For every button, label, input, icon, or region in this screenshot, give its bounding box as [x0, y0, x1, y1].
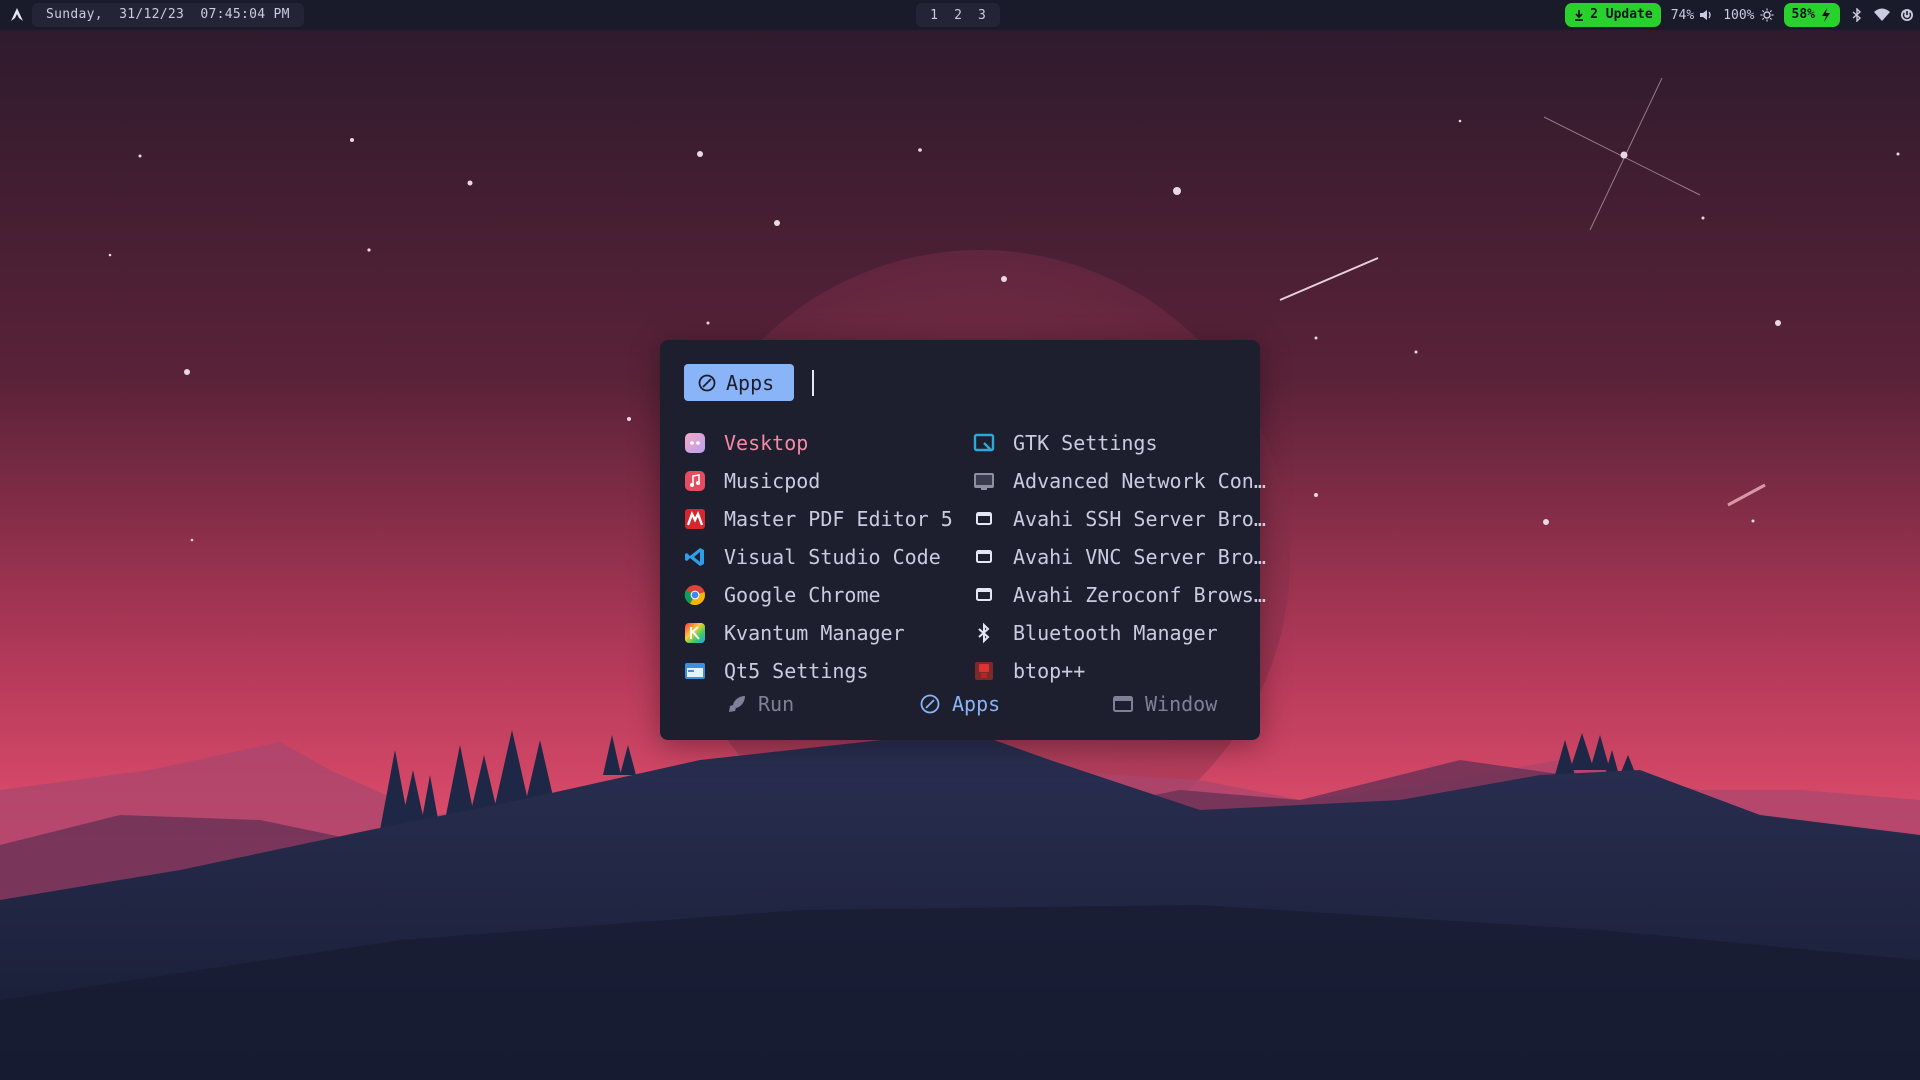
list-item-avahi-zeroconf[interactable]: Avahi Zeroconf Brows… [973, 576, 1266, 614]
list-item-label: Bluetooth Manager [1013, 621, 1218, 645]
list-item-btop[interactable]: btop++ [973, 652, 1260, 690]
battery-value: 58% [1791, 7, 1815, 22]
download-icon [1575, 10, 1584, 21]
list-item-label: Visual Studio Code [724, 545, 941, 569]
workspace-1[interactable]: 1 [928, 8, 940, 23]
top-bar: Sunday, 31/12/23 07:45:04 PM 1 2 3 2 Upd… [0, 0, 1920, 30]
window-icon [973, 584, 995, 606]
list-item-label: Avahi SSH Server Bro… [1013, 507, 1266, 531]
chrome-icon [684, 584, 706, 606]
arch-icon[interactable] [8, 6, 26, 24]
list-item-label: Kvantum Manager [724, 621, 905, 645]
list-item-label: Avahi Zeroconf Brows… [1013, 583, 1266, 607]
rocket-icon [729, 696, 745, 712]
list-item-label: Qt5 Settings [724, 659, 869, 683]
search-input[interactable] [812, 370, 814, 396]
window-icon [1113, 696, 1133, 712]
battery-indicator[interactable]: 58% [1783, 3, 1840, 27]
brightness-icon [1760, 8, 1774, 22]
workspace-3[interactable]: 3 [976, 8, 988, 23]
tab-apps-label: Apps [952, 692, 1001, 716]
workspace-switcher: 1 2 3 [916, 3, 1000, 27]
mode-label: Apps [726, 370, 775, 395]
qt5-settings-icon [684, 660, 706, 682]
clock[interactable]: Sunday, 31/12/23 07:45:04 PM [32, 3, 304, 27]
vscode-icon [684, 546, 706, 568]
volume-icon [1700, 10, 1711, 20]
list-item-vscode[interactable]: Visual Studio Code [684, 538, 954, 576]
list-item-gtk-settings[interactable]: GTK Settings [973, 424, 1260, 462]
volume-indicator[interactable]: 74% [1671, 8, 1713, 23]
gtk-settings-icon [973, 432, 995, 454]
list-item-master-pdf[interactable]: Master PDF Editor 5 [684, 500, 954, 538]
list-item-label: Master PDF Editor 5 [724, 507, 953, 531]
charging-icon [1822, 8, 1830, 22]
workspace-2[interactable]: 2 [952, 8, 964, 23]
list-item-chrome[interactable]: Google Chrome [684, 576, 954, 614]
app-list-right: GTK Settings Advanced Network Con… Avahi… [973, 424, 1266, 690]
list-item-bluetooth-manager[interactable]: Bluetooth Manager [973, 614, 1260, 652]
mode-switcher: Run Apps Window [660, 692, 1260, 726]
list-item-vesktop[interactable]: Vesktop [684, 424, 954, 462]
list-item-musicpod[interactable]: Musicpod [684, 462, 954, 500]
list-item-avahi-vnc[interactable]: Avahi VNC Server Bro… [973, 538, 1266, 576]
wifi-icon[interactable] [1874, 8, 1890, 22]
status-area: 2 Update 74% 100% 58% [1565, 3, 1914, 27]
list-item-label: Google Chrome [724, 583, 881, 607]
list-item-network[interactable]: Advanced Network Con… [973, 462, 1266, 500]
list-item-label: GTK Settings [1013, 431, 1158, 455]
bluetooth-icon [973, 622, 995, 644]
mode-indicator[interactable]: Apps [684, 364, 794, 401]
vesktop-icon [684, 432, 706, 454]
power-icon[interactable] [1900, 8, 1914, 22]
tab-apps[interactable]: Apps [920, 692, 1000, 716]
btop-icon [973, 660, 995, 682]
brightness-value: 100% [1723, 7, 1755, 23]
list-item-label: btop++ [1013, 659, 1086, 683]
list-item-label: Vesktop [724, 431, 809, 455]
musicpod-icon [684, 470, 706, 492]
app-list-left: Vesktop Musicpod Master PDF Editor 5 Vis… [684, 424, 954, 690]
list-item-qt5-settings[interactable]: Qt5 Settings [684, 652, 954, 690]
tab-run[interactable]: Run [728, 692, 794, 716]
tab-window[interactable]: Window [1113, 692, 1217, 716]
volume-value: 74% [1670, 7, 1695, 23]
kvantum-icon [684, 622, 706, 644]
list-item-kvantum[interactable]: Kvantum Manager [684, 614, 954, 652]
apps-mode-icon [920, 694, 940, 714]
update-label: 2 Update [1590, 7, 1653, 22]
tab-window-label: Window [1145, 692, 1218, 716]
list-item-avahi-ssh[interactable]: Avahi SSH Server Bro… [973, 500, 1266, 538]
list-item-label: Advanced Network Con… [1013, 469, 1266, 493]
master-pdf-icon [684, 508, 706, 530]
window-icon [973, 508, 995, 530]
brightness-indicator[interactable]: 100% [1723, 7, 1774, 23]
app-launcher: Apps Vesktop Musicpod Master PDF Editor … [660, 340, 1266, 740]
list-item-label: Musicpod [724, 469, 821, 493]
network-icon [973, 470, 995, 492]
update-button[interactable]: 2 Update [1565, 3, 1661, 27]
list-item-label: Avahi VNC Server Bro… [1013, 545, 1266, 569]
window-icon [973, 546, 995, 568]
bluetooth-icon[interactable] [1850, 8, 1864, 22]
tab-run-label: Run [758, 692, 795, 716]
apps-mode-icon [698, 374, 716, 391]
